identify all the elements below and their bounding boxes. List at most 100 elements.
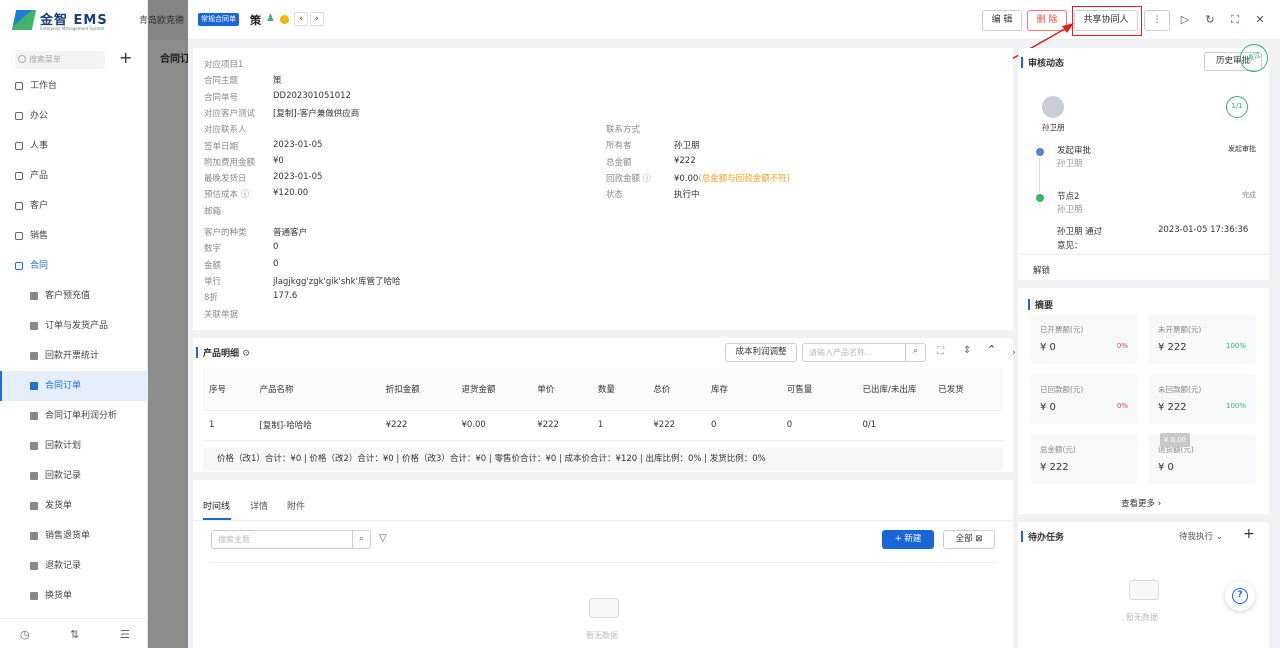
step1-status: 发起审批 <box>1228 145 1256 153</box>
step2-user: 孙卫朋 <box>1057 205 1083 215</box>
info-label: 联系方式 <box>606 125 641 135</box>
logo: 金智 EMS Enterprise Management System <box>11 8 142 34</box>
sidebar-sub-sales-return[interactable]: 销售退货单 <box>0 521 148 551</box>
contract-title: 策 <box>250 14 261 27</box>
sidebar-sub-profit-analysis[interactable]: 合同订单利润分析 <box>0 401 148 431</box>
sidebar-sub-label: 合同订单利润分析 <box>45 411 118 421</box>
summary-percent: 100% <box>1225 402 1246 410</box>
collapse-icon[interactable]: ⌃ <box>987 343 996 356</box>
timeline-line <box>1039 158 1040 192</box>
sidebar-item-product[interactable]: 产品 <box>0 161 148 191</box>
summary-box: 已回款额(元) ¥ 0 0% <box>1030 374 1138 424</box>
table-cell: 0 <box>704 410 781 441</box>
summary-label: 总金额(元) <box>1040 445 1076 454</box>
summary-value: ¥ 222 <box>1040 462 1069 473</box>
play-icon[interactable]: ▷ <box>1178 13 1192 27</box>
unlock-button[interactable]: 解锁 <box>1033 264 1050 276</box>
contract-info-card: 对应项目1 合同主题 策合同单号 DD202301051012 对应客户测试 [复制]-客… <box>193 48 1013 330</box>
settings-icon[interactable]: ⇅ <box>70 628 79 641</box>
sidebar-item-customer[interactable]: 客户 <box>0 191 148 221</box>
sidebar-sub-delivery[interactable]: 发货单 <box>0 491 148 521</box>
sidebar-item-sales[interactable]: 销售 <box>0 221 148 251</box>
sidebar-sub-contract-orders[interactable]: 合同订单 <box>0 371 148 401</box>
sidebar-sub-payment-records[interactable]: 回款记录 <box>0 461 148 491</box>
edit-button[interactable]: 编 辑 <box>982 10 1022 31</box>
more-button[interactable]: ⋮ <box>1144 10 1170 31</box>
settings-icon[interactable]: ⚙ <box>242 349 250 359</box>
info-label: 回款金额 ⓘ <box>606 173 652 184</box>
summary-label: 未开票额(元) <box>1158 325 1202 334</box>
see-more-link[interactable]: 查看更多 › <box>1121 497 1161 509</box>
sidebar-sub-payment-plan[interactable]: 回款计划 <box>0 431 148 461</box>
menu-search-input[interactable]: 搜索菜单 <box>15 51 105 69</box>
filter-icon[interactable]: ▽ <box>379 533 387 544</box>
summary-box: 未回款额(元) ¥ 222 100% <box>1148 374 1256 424</box>
sidebar-item-label: 产品 <box>30 171 49 181</box>
prev-record-button[interactable]: ‹ <box>294 12 308 26</box>
all-filter-button[interactable]: 全部 ⊠ <box>943 530 995 549</box>
info-label: 所有者 <box>606 141 632 152</box>
product-search-input[interactable]: 请输入产品名称... ⌕ <box>802 343 926 362</box>
step2-status: 完成 <box>1242 191 1256 199</box>
payment-plan-icon <box>30 442 38 450</box>
info-label: 数字 <box>204 244 222 255</box>
sidebar-item-contract[interactable]: 合同 <box>0 251 148 281</box>
sidebar-sub-exchange[interactable]: 换货单 <box>0 581 148 611</box>
delete-button[interactable]: 删 除 <box>1027 10 1067 31</box>
search-icon <box>18 55 26 63</box>
search-icon[interactable]: ⌕ <box>352 530 370 549</box>
drawer-header: 常规合同单 策 ♟ ‹ › 编 辑 删 除 共享协同人 ⋮ ▷ ↻ ⛶ ✕ <box>188 0 1280 40</box>
close-icon[interactable]: ✕ <box>1253 13 1267 27</box>
sidebar-sub-prepay[interactable]: 客户预充值 <box>0 281 148 311</box>
info-label: 合同主题 <box>204 76 239 87</box>
search-icon[interactable]: ⌕ <box>905 343 925 362</box>
column-header: 折扣金额 <box>379 368 456 411</box>
sidebar: 金智 EMS Enterprise Management System 搜索菜单… <box>0 0 148 648</box>
sidebar-item-workbench[interactable]: 工作台 <box>0 71 148 101</box>
history-icon[interactable]: ◷ <box>20 628 30 641</box>
tab-details[interactable]: 详情 <box>250 499 268 512</box>
new-button[interactable]: + 新建 <box>882 530 934 549</box>
highlight-box <box>1072 6 1142 36</box>
info-value[interactable]: [复制]-客户兼做供应商 <box>273 107 359 119</box>
chevron-right-icon[interactable]: › <box>1012 348 1016 358</box>
product-icon <box>15 172 23 180</box>
timeline-card: 时间线 详情 附件 搜索主题 ⌕ ▽ + 新建 全部 ⊠ 暂无数据 <box>193 480 1013 648</box>
info-label: 对应联系人 <box>204 125 247 136</box>
timeline-search-input[interactable]: 搜索主题 ⌕ <box>211 530 371 549</box>
collapse-menu-icon[interactable]: ☰ <box>120 628 130 641</box>
refresh-icon[interactable]: ↻ <box>1203 13 1217 27</box>
fullscreen-icon[interactable]: ⛶ <box>1228 13 1242 27</box>
add-menu-button[interactable]: + <box>119 48 132 67</box>
help-button[interactable]: ? <box>1225 581 1255 611</box>
tab-attachments[interactable]: 附件 <box>287 499 305 512</box>
office-icon <box>15 112 23 120</box>
sidebar-sub-payment-invoice[interactable]: 回款开票统计 <box>0 341 148 371</box>
sidebar-sub-order-products[interactable]: 订单与发货产品 <box>0 311 148 341</box>
sidebar-item-hr[interactable]: 人事 <box>0 131 148 161</box>
sidebar-sub-label: 发货单 <box>45 501 73 511</box>
info-label: 对应项目1 <box>204 60 244 70</box>
column-header: 数量 <box>591 368 648 411</box>
tab-timeline[interactable]: 时间线 <box>203 499 230 512</box>
sidebar-item-office[interactable]: 办公 <box>0 101 148 131</box>
sales-icon <box>15 232 23 240</box>
info-label: 总金额 <box>606 157 632 168</box>
expand-icon[interactable]: ⛶ <box>937 346 944 357</box>
cost-profit-adjust-button[interactable]: 成本利润调整 <box>725 343 797 362</box>
workbench-icon <box>15 82 23 90</box>
pass-text: 孙卫朋 通过 <box>1057 227 1103 237</box>
info-label: 预估成本 ⓘ <box>204 190 250 201</box>
add-todo-button[interactable]: + <box>1243 526 1255 542</box>
modal-overlay[interactable] <box>148 0 188 648</box>
table-cell[interactable]: [复制]-哈哈哈 <box>253 410 380 441</box>
table-cell <box>932 410 1003 441</box>
reorder-icon[interactable]: ⇕ <box>963 345 971 356</box>
info-label: 客户的种类 <box>204 228 247 238</box>
todo-filter-dropdown[interactable]: 待我执行 ⌄ <box>1179 530 1223 542</box>
column-header: 已发货 <box>932 368 1003 411</box>
divider <box>193 520 1013 521</box>
next-record-button[interactable]: › <box>310 12 324 26</box>
sidebar-sub-refund[interactable]: 退款记录 <box>0 551 148 581</box>
info-value: ¥222 <box>674 156 696 166</box>
